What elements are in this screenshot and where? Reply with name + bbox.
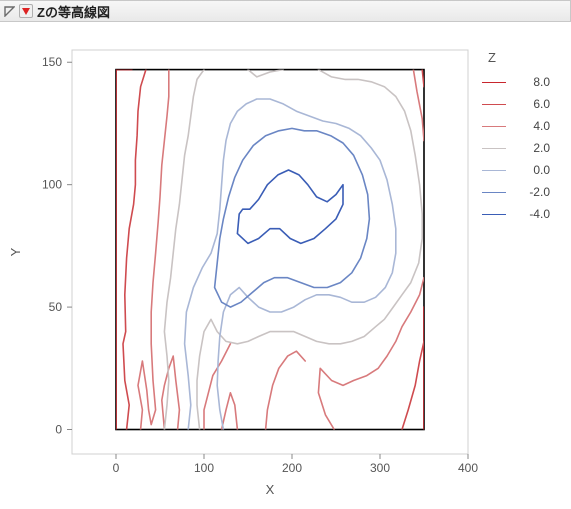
x-axis-title: X (266, 482, 275, 497)
legend-label: 4.0 (516, 119, 550, 133)
legend-entry[interactable]: 2.0 (482, 137, 562, 159)
legend-swatch (482, 148, 506, 149)
legend-swatch (482, 126, 506, 127)
disclosure-icon[interactable] (4, 6, 15, 17)
legend-swatch (482, 214, 506, 215)
legend-entry[interactable]: -2.0 (482, 181, 562, 203)
legend-entry[interactable]: 6.0 (482, 93, 562, 115)
contour-line (248, 70, 283, 77)
plot-area[interactable]: 0 100 200 300 400 0 50 100 150 X Y (0, 22, 480, 508)
contour-line (266, 351, 306, 429)
contour-line (215, 128, 370, 307)
panel-title-bar: Zの等高線図 (0, 0, 571, 22)
contour-line (222, 393, 238, 430)
legend-swatch (482, 170, 506, 171)
contour-line (237, 170, 343, 243)
legend-swatch (482, 104, 506, 105)
x-tick-label: 100 (194, 461, 214, 475)
legend-swatch (482, 82, 506, 83)
legend-label: -2.0 (516, 185, 550, 199)
y-tick-label: 0 (55, 423, 62, 437)
hotspot-menu-icon[interactable] (19, 4, 33, 18)
contour-line (162, 356, 180, 429)
legend-entry[interactable]: 0.0 (482, 159, 562, 181)
contour-panel: Zの等高線図 0 100 200 300 400 0 50 100 150 X Y Z 8.0 6.0… (0, 0, 571, 508)
legend-entry[interactable]: -4.0 (482, 203, 562, 225)
contour-line (123, 70, 146, 430)
y-tick-label: 150 (42, 55, 62, 69)
contour-line (402, 341, 424, 429)
legend-entry[interactable]: 4.0 (482, 115, 562, 137)
legend: Z 8.0 6.0 4.0 2.0 0.0 -2.0 -4.0 (480, 22, 562, 225)
legend-label: -4.0 (516, 207, 550, 221)
legend-label: 8.0 (516, 75, 550, 89)
contour-line (318, 278, 424, 430)
contour-plot: 0 100 200 300 400 0 50 100 150 X Y (0, 22, 480, 508)
y-tick-label: 50 (49, 300, 63, 314)
legend-swatch (482, 192, 506, 193)
y-tick-label: 100 (42, 178, 62, 192)
panel-title: Zの等高線図 (37, 2, 110, 21)
contour-line (413, 70, 424, 141)
x-tick-label: 0 (113, 461, 120, 475)
legend-items: 8.0 6.0 4.0 2.0 0.0 -2.0 -4.0 (482, 71, 562, 225)
x-tick-label: 400 (458, 461, 478, 475)
legend-label: 0.0 (516, 163, 550, 177)
x-tick-label: 200 (282, 461, 302, 475)
legend-label: 6.0 (516, 97, 550, 111)
legend-entry[interactable]: 8.0 (482, 71, 562, 93)
x-tick-label: 300 (370, 461, 390, 475)
legend-label: 2.0 (516, 141, 550, 155)
legend-title: Z (482, 50, 562, 65)
contour-line (138, 70, 169, 430)
panel-body: 0 100 200 300 400 0 50 100 150 X Y Z 8.0 6.0 4.0 2.0 0… (0, 22, 571, 508)
y-axis-title: Y (8, 247, 23, 256)
